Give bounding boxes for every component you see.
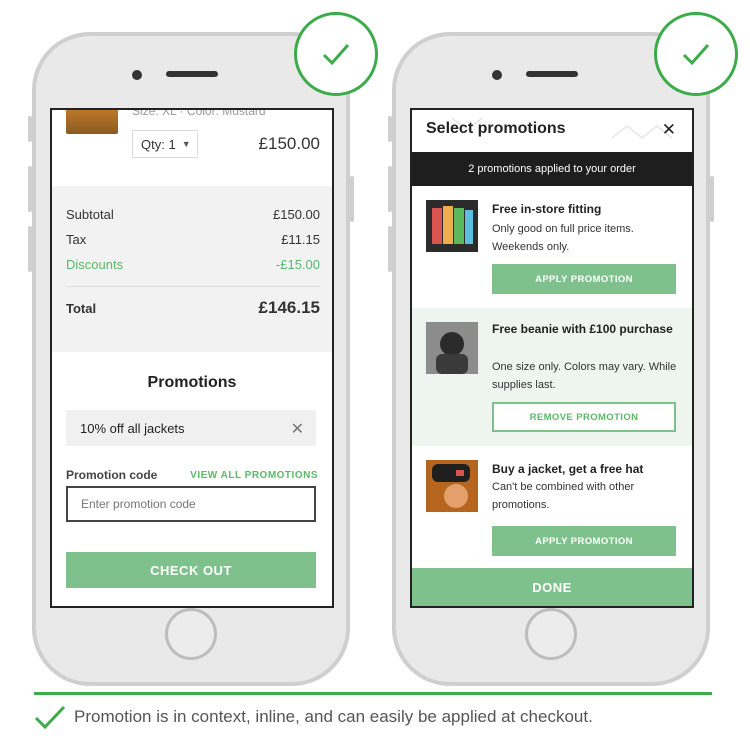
phone-right: Select promotions ✕ 2 promotions applied… bbox=[388, 32, 714, 686]
quantity-select[interactable]: Qty: 1 ▼ bbox=[132, 130, 198, 158]
phone-side-button bbox=[28, 116, 32, 142]
phone-speaker bbox=[166, 71, 218, 77]
view-all-promotions-link[interactable]: VIEW ALL PROMOTIONS bbox=[190, 470, 318, 481]
total-row: Total £146.15 bbox=[66, 298, 320, 318]
discounts-label: Discounts bbox=[66, 257, 124, 272]
apply-promotion-button[interactable]: APPLY PROMOTION bbox=[492, 264, 676, 294]
promotion-title: Free in-store fitting bbox=[492, 202, 602, 216]
applied-promotion: 10% off all jackets ✕ bbox=[66, 410, 316, 446]
promotions-modal: Select promotions ✕ 2 promotions applied… bbox=[410, 108, 694, 608]
caption-divider bbox=[34, 692, 712, 695]
phone-side-button bbox=[388, 116, 392, 142]
promotions-title: Promotions bbox=[147, 374, 237, 391]
promotion-title: Free beanie with £100 purchase bbox=[492, 322, 673, 336]
phone-side-button bbox=[350, 176, 354, 222]
product-image bbox=[66, 110, 118, 134]
phone-side-button bbox=[28, 166, 32, 212]
remove-promotion-button[interactable]: REMOVE PROMOTION bbox=[492, 402, 676, 432]
promotion-thumbnail bbox=[426, 460, 478, 512]
phone-side-button bbox=[388, 166, 392, 212]
close-icon[interactable]: ✕ bbox=[291, 419, 304, 439]
done-button[interactable]: DONE bbox=[412, 568, 692, 606]
cart-screen: Size: XL · Color: Mustard Qty: 1 ▼ £150.… bbox=[50, 108, 334, 608]
check-badge-right bbox=[654, 12, 738, 96]
caption: Promotion is in context, inline, and can… bbox=[34, 704, 593, 730]
check-icon bbox=[34, 705, 66, 730]
promotion-code-label: Promotion code bbox=[66, 468, 158, 482]
promotion-code-input[interactable] bbox=[66, 486, 316, 522]
product-row: Size: XL · Color: Mustard Qty: 1 ▼ £150.… bbox=[52, 110, 332, 186]
tax-label: Tax bbox=[66, 232, 87, 247]
order-summary: Subtotal £150.00 Tax £11.15 Discounts -£… bbox=[52, 186, 332, 352]
promotion-card: Free in-store fitting Only good on full … bbox=[412, 186, 692, 308]
phone-side-button bbox=[388, 226, 392, 272]
check-icon bbox=[322, 44, 350, 66]
discounts-value: -£15.00 bbox=[275, 257, 320, 272]
home-button bbox=[525, 608, 577, 660]
phone-side-button bbox=[710, 176, 714, 222]
modal-title: Select promotions bbox=[426, 120, 566, 137]
promotion-title: Buy a jacket, get a free hat bbox=[492, 462, 644, 476]
promotion-card: Free beanie with £100 purchase One size … bbox=[412, 308, 692, 446]
caption-text: Promotion is in context, inline, and can… bbox=[74, 707, 593, 726]
phone-side-button bbox=[28, 226, 32, 272]
applied-promotion-label: 10% off all jackets bbox=[80, 420, 185, 436]
chevron-down-icon: ▼ bbox=[181, 139, 191, 149]
product-price: £150.00 bbox=[258, 134, 320, 153]
check-icon bbox=[682, 44, 710, 66]
promotion-description: One size only. Colors may vary. While su… bbox=[492, 361, 677, 391]
subtotal-value: £150.00 bbox=[273, 207, 320, 222]
checkout-button[interactable]: CHECK OUT bbox=[66, 552, 316, 588]
tax-value: £11.15 bbox=[281, 232, 320, 247]
summary-divider bbox=[66, 286, 320, 287]
promotion-thumbnail bbox=[426, 200, 478, 252]
phone-camera bbox=[132, 70, 142, 80]
subtotal-label: Subtotal bbox=[66, 207, 114, 222]
home-button bbox=[165, 608, 217, 660]
check-badge-left bbox=[294, 12, 378, 96]
promotion-thumbnail bbox=[426, 322, 478, 374]
subtotal-row: Subtotal £150.00 bbox=[66, 207, 320, 222]
discounts-row: Discounts -£15.00 bbox=[66, 257, 320, 272]
phone-left: Size: XL · Color: Mustard Qty: 1 ▼ £150.… bbox=[28, 32, 354, 686]
close-icon[interactable]: ✕ bbox=[662, 120, 676, 140]
apply-promotion-button[interactable]: APPLY PROMOTION bbox=[492, 526, 676, 556]
promotion-card: Buy a jacket, get a free hat Can't be co… bbox=[412, 446, 692, 572]
promotion-description: Only good on full price items. Weekends … bbox=[492, 223, 634, 253]
phone-camera bbox=[492, 70, 502, 80]
quantity-label: Qty: 1 bbox=[141, 136, 176, 152]
promotion-description: Can't be combined with other promotions. bbox=[492, 481, 635, 511]
zigzag-edge bbox=[52, 342, 332, 352]
applied-count-banner: 2 promotions applied to your order bbox=[412, 152, 692, 186]
product-meta: Size: XL · Color: Mustard bbox=[132, 108, 266, 118]
tax-row: Tax £11.15 bbox=[66, 232, 320, 247]
total-label: Total bbox=[66, 300, 97, 316]
total-value: £146.15 bbox=[258, 298, 320, 317]
phone-speaker bbox=[526, 71, 578, 77]
